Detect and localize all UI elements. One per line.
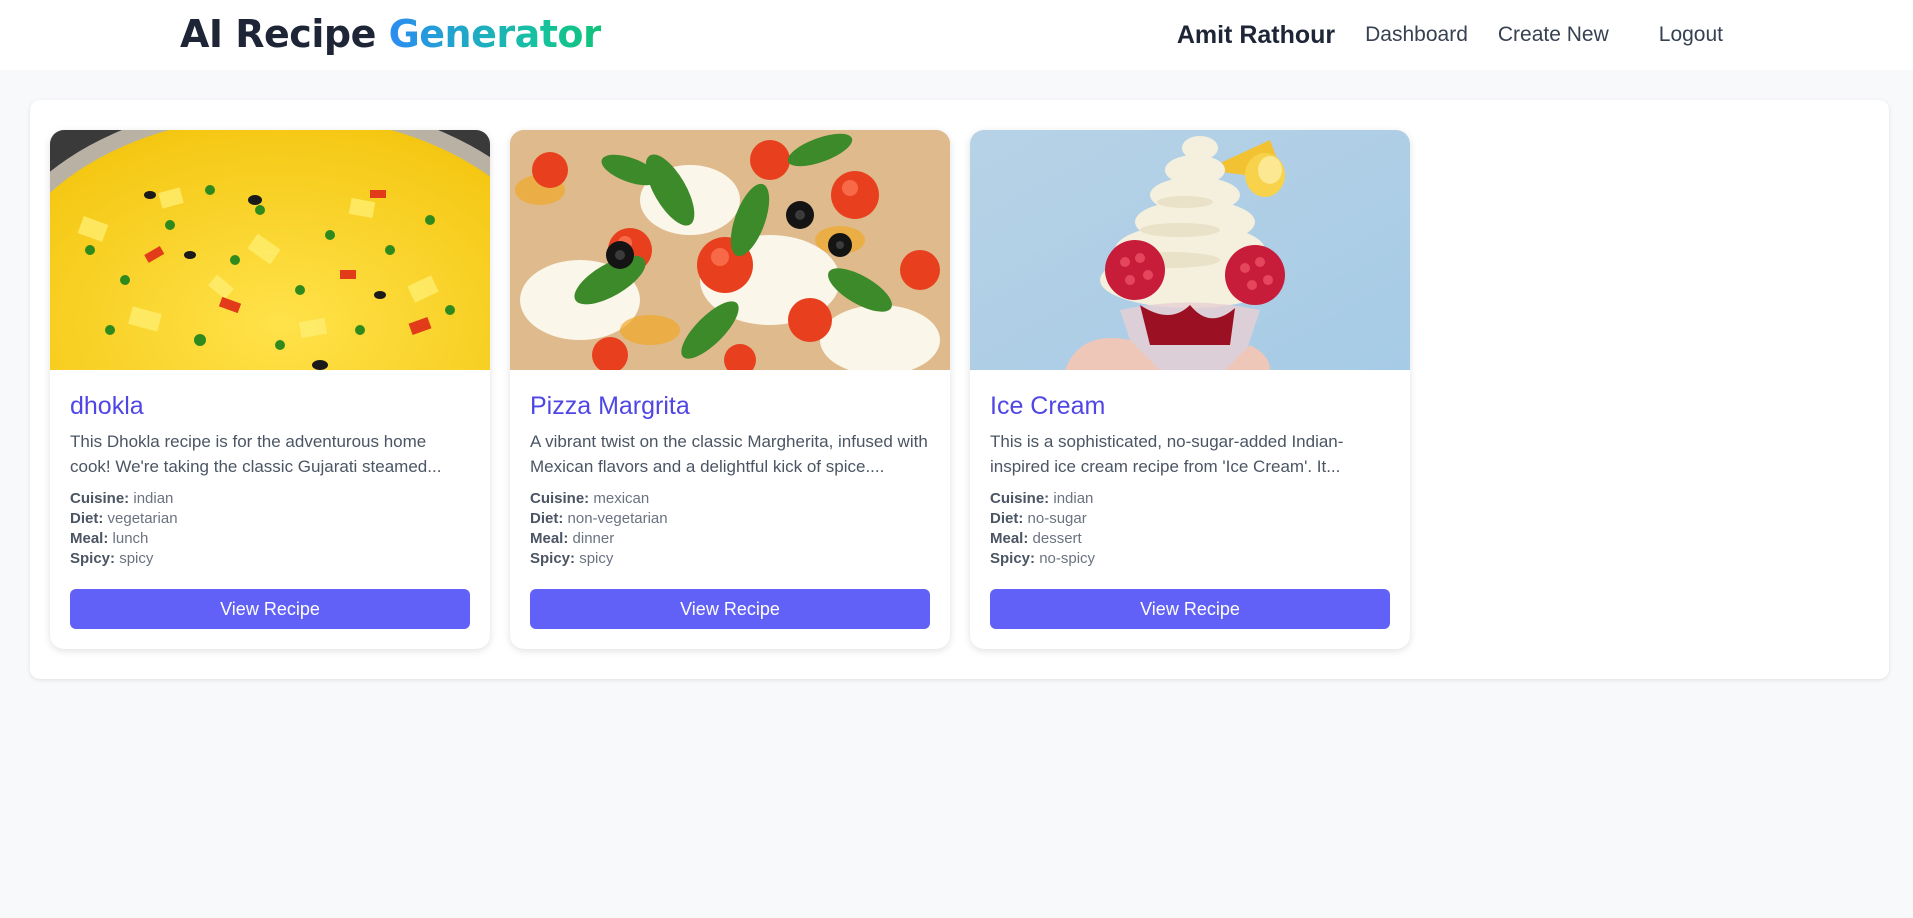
recipe-diet: Diet: non-vegetarian xyxy=(530,509,930,529)
spicy-value: spicy xyxy=(579,550,614,567)
view-recipe-button[interactable]: View Recipe xyxy=(70,589,470,629)
spicy-label: Spicy: xyxy=(530,550,576,567)
meal-label: Meal: xyxy=(990,530,1029,547)
recipe-cuisine: Cuisine: indian xyxy=(990,489,1390,509)
recipe-description: This Dhokla recipe is for the adventurou… xyxy=(70,432,442,476)
meal-value: dinner xyxy=(572,530,615,547)
recipes-panel: dhokla This Dhokla recipe is for the adv… xyxy=(30,100,1889,679)
recipe-card: Ice Cream This is a sophisticated, no-su… xyxy=(970,130,1410,649)
recipe-cuisine: Cuisine: indian xyxy=(70,489,470,509)
cuisine-label: Cuisine: xyxy=(530,490,590,507)
recipe-meal: Meal: lunch xyxy=(70,529,470,549)
diet-label: Diet: xyxy=(990,510,1024,527)
recipe-spicy: Spicy: spicy xyxy=(70,549,470,569)
nav-logout-link[interactable]: Logout xyxy=(1659,23,1723,47)
recipe-meal: Meal: dessert xyxy=(990,529,1390,549)
recipe-diet: Diet: no-sugar xyxy=(990,509,1390,529)
recipe-cuisine: Cuisine: mexican xyxy=(530,489,930,509)
app-logo[interactable]: AI Recipe Generator xyxy=(180,12,602,56)
meal-value: dessert xyxy=(1032,530,1082,547)
recipe-description: A vibrant twist on the classic Margherit… xyxy=(530,432,928,476)
recipe-card-body: Ice Cream This is a sophisticated, no-su… xyxy=(970,370,1410,569)
view-recipe-button[interactable]: View Recipe xyxy=(530,589,930,629)
diet-value: no-sugar xyxy=(1027,510,1087,527)
recipe-diet: Diet: vegetarian xyxy=(70,509,470,529)
diet-value: vegetarian xyxy=(107,510,178,527)
nav-dashboard-link[interactable]: Dashboard xyxy=(1365,23,1468,47)
cuisine-label: Cuisine: xyxy=(70,490,130,507)
recipe-image-ice-cream[interactable] xyxy=(970,130,1410,370)
brand-text-main: AI Recipe xyxy=(180,12,389,56)
diet-value: non-vegetarian xyxy=(567,510,668,527)
view-recipe-button[interactable]: View Recipe xyxy=(990,589,1390,629)
spicy-label: Spicy: xyxy=(70,550,116,567)
recipe-image-pizza[interactable] xyxy=(510,130,950,370)
user-name: Amit Rathour xyxy=(1176,20,1336,49)
cuisine-value: mexican xyxy=(593,490,650,507)
recipe-title[interactable]: dhokla xyxy=(70,392,470,421)
recipe-image-dhokla[interactable] xyxy=(50,130,490,370)
recipe-card-body: Pizza Margrita A vibrant twist on the cl… xyxy=(510,370,950,569)
spicy-label: Spicy: xyxy=(990,550,1036,567)
recipe-description: This is a sophisticated, no-sugar-added … xyxy=(990,432,1344,476)
recipe-card: dhokla This Dhokla recipe is for the adv… xyxy=(50,130,490,649)
diet-label: Diet: xyxy=(70,510,104,527)
spicy-value: no-spicy xyxy=(1039,550,1096,567)
top-navbar: AI Recipe Generator Amit Rathour Dashboa… xyxy=(0,0,1913,70)
diet-label: Diet: xyxy=(530,510,564,527)
recipe-card-list: dhokla This Dhokla recipe is for the adv… xyxy=(50,130,1410,649)
cuisine-label: Cuisine: xyxy=(990,490,1050,507)
nav-create-new-link[interactable]: Create New xyxy=(1498,23,1609,47)
recipe-spicy: Spicy: no-spicy xyxy=(990,549,1390,569)
meal-label: Meal: xyxy=(70,530,109,547)
recipe-meal: Meal: dinner xyxy=(530,529,930,549)
cuisine-value: indian xyxy=(1053,490,1094,507)
brand-text-gradient: Generator xyxy=(388,12,602,56)
recipe-title[interactable]: Ice Cream xyxy=(990,392,1390,421)
meal-value: lunch xyxy=(112,530,149,547)
recipe-spicy: Spicy: spicy xyxy=(530,549,930,569)
recipe-card-body: dhokla This Dhokla recipe is for the adv… xyxy=(50,370,490,569)
cuisine-value: indian xyxy=(133,490,174,507)
nav-links: Amit Rathour Dashboard Create New Logout xyxy=(1177,0,1723,70)
meal-label: Meal: xyxy=(530,530,569,547)
spicy-value: spicy xyxy=(119,550,154,567)
recipe-title[interactable]: Pizza Margrita xyxy=(530,392,930,421)
recipe-card: Pizza Margrita A vibrant twist on the cl… xyxy=(510,130,950,649)
